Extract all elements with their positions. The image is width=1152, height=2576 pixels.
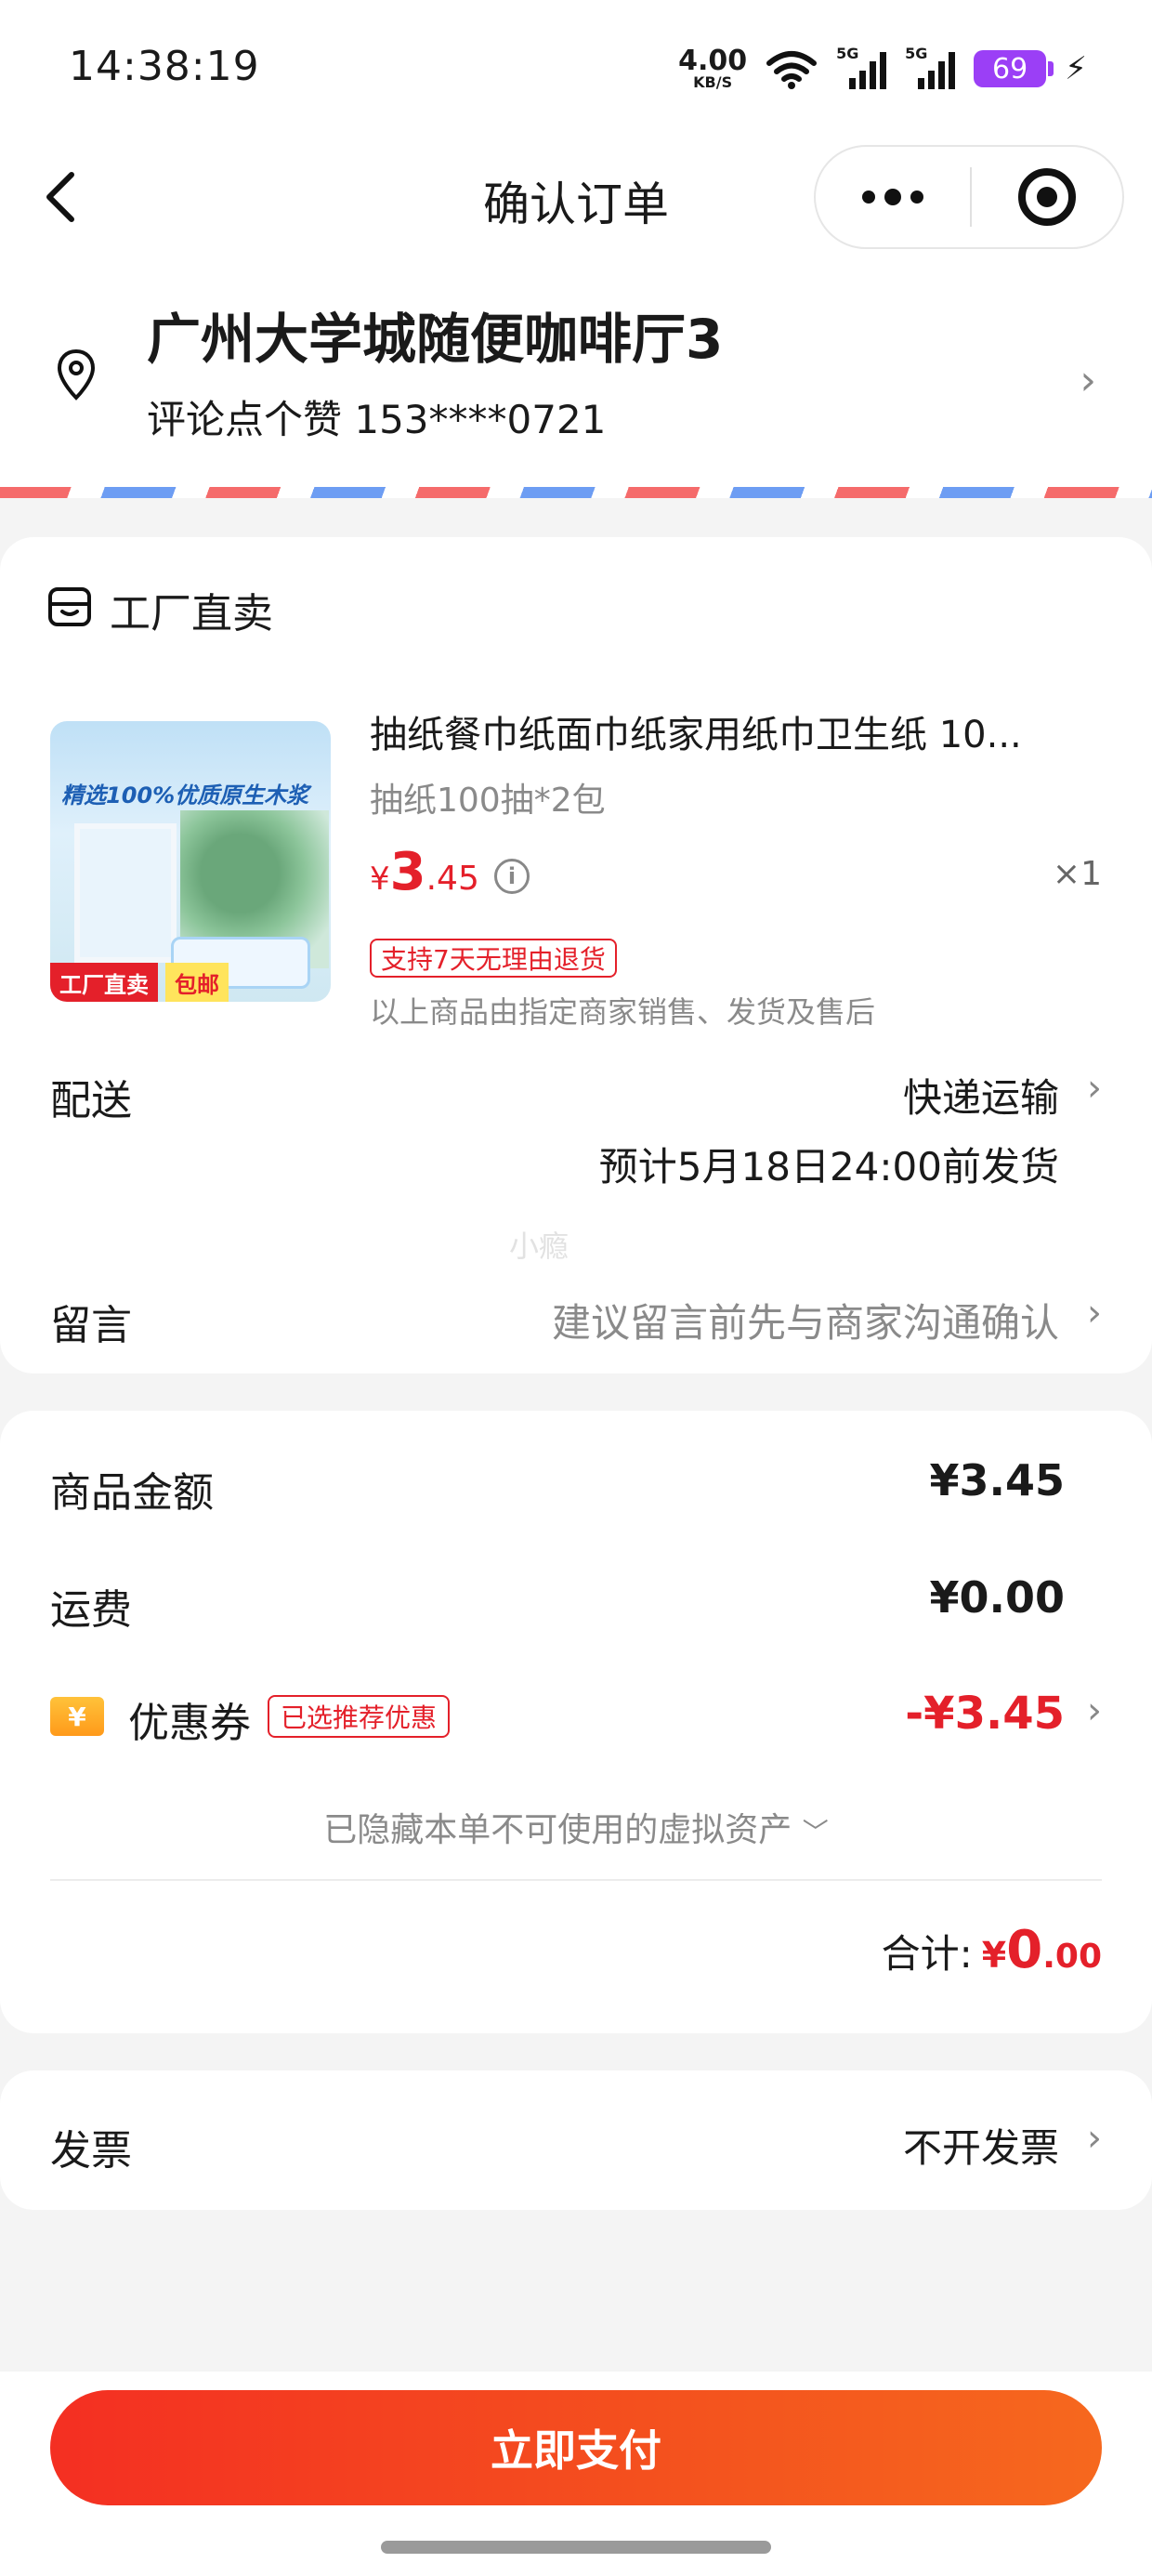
pay-now-button[interactable]: 立即支付 (50, 2390, 1102, 2505)
goods-amount: ¥3.45 (929, 1455, 1065, 1505)
order-total: 合计: ¥ 0 .00 (882, 1920, 1102, 1980)
wifi-icon (766, 51, 818, 89)
delivery-method[interactable]: 快递运输 (903, 1067, 1059, 1124)
network-speed-unit: KB/S (693, 73, 733, 91)
chevron-down-icon: ﹀ (802, 1817, 829, 1847)
watermark: 小瘾 (509, 1229, 569, 1264)
address-contact: 评论点个赞 153****0721 (147, 397, 607, 442)
product-image[interactable]: 精选100%优质原生木浆 工厂直卖 包邮 (50, 721, 331, 1002)
chevron-right-icon[interactable]: › (1087, 1292, 1102, 1334)
info-icon[interactable]: i (494, 859, 530, 894)
total-integer: 0 (1006, 1920, 1043, 1980)
product-quantity: ×1 (1052, 855, 1102, 893)
shipping-amount: ¥0.00 (929, 1572, 1065, 1623)
signal-label: 5G (905, 45, 928, 62)
divider (50, 1879, 1102, 1881)
chevron-right-icon[interactable]: › (1080, 357, 1096, 404)
product-image-caption: 精选100%优质原生木浆 (61, 782, 309, 808)
goods-amount-label: 商品金额 (50, 1469, 214, 1517)
total-currency: ¥ (981, 1935, 1007, 1976)
coupon-discount[interactable]: -¥3.45 (905, 1688, 1065, 1740)
battery-level: 69 (992, 52, 1028, 85)
shop-icon (48, 587, 91, 626)
delivery-label: 配送 (50, 1077, 132, 1124)
charging-icon: ⚡ (1065, 50, 1087, 87)
chevron-right-icon[interactable]: › (1087, 2117, 1102, 2160)
shipping-label: 运费 (50, 1586, 132, 1634)
signal-icon: 5G (836, 45, 887, 89)
message-input[interactable]: 建议留言前先与商家沟通确认 (552, 1292, 1059, 1348)
seller-note: 以上商品由指定商家销售、发货及售后 (370, 994, 876, 1030)
address-name: 广州大学城随便咖啡厅3 (147, 308, 724, 371)
invoice-value[interactable]: 不开发票 (903, 2117, 1059, 2174)
airmail-border (0, 487, 1152, 498)
price-decimal: .45 (425, 860, 479, 898)
product-price: ¥ 3 .45 (370, 842, 479, 902)
hidden-assets-text: 已隐藏本单不可使用的虚拟资产 (323, 1811, 792, 1849)
network-speed: 4.00 KB/S (678, 47, 747, 90)
status-time: 14:38:19 (69, 43, 260, 90)
address-card[interactable] (0, 260, 1152, 487)
coupon-badge: 已选推荐优惠 (268, 1695, 451, 1738)
invoice-label: 发票 (50, 2127, 132, 2175)
chevron-right-icon[interactable]: › (1087, 1689, 1102, 1732)
battery-icon: 69 (974, 50, 1054, 87)
window-graphic (74, 823, 177, 963)
free-shipping-tag: 包邮 (165, 963, 229, 1002)
status-icons: 4.00 KB/S 5G 5G 69 ⚡ (678, 41, 1087, 97)
shop-name: 工厂直卖 (110, 590, 273, 637)
delivery-estimate: 预计5月18日24:00前发货 (598, 1144, 1059, 1189)
location-pin-icon (57, 348, 96, 401)
coupon-label[interactable]: 优惠券 (128, 1689, 251, 1749)
mini-program-capsule (814, 145, 1124, 249)
total-decimal: .00 (1042, 1938, 1102, 1976)
hidden-assets-toggle[interactable]: 已隐藏本单不可使用的虚拟资产 ﹀ (0, 1803, 1152, 1851)
chevron-right-icon[interactable]: › (1087, 1067, 1102, 1110)
close-target-icon[interactable] (972, 147, 1122, 247)
coupon-icon: ¥ (50, 1697, 104, 1736)
price-currency: ¥ (370, 861, 390, 898)
more-icon[interactable] (816, 147, 970, 247)
factory-direct-tag: 工厂直卖 (50, 963, 158, 1002)
signal-label: 5G (836, 45, 859, 62)
total-label: 合计: (881, 1931, 973, 1977)
product-spec: 抽纸100抽*2包 (370, 782, 606, 820)
message-label: 留言 (50, 1302, 132, 1349)
signal-icon: 5G (905, 45, 956, 89)
return-policy-badge: 支持7天无理由退货 (370, 939, 617, 978)
price-integer: 3 (389, 842, 426, 902)
home-indicator[interactable] (381, 2541, 771, 2554)
network-speed-value: 4.00 (678, 45, 748, 77)
product-title[interactable]: 抽纸餐巾纸面巾纸家用纸巾卫生纸 10... (370, 704, 1104, 758)
